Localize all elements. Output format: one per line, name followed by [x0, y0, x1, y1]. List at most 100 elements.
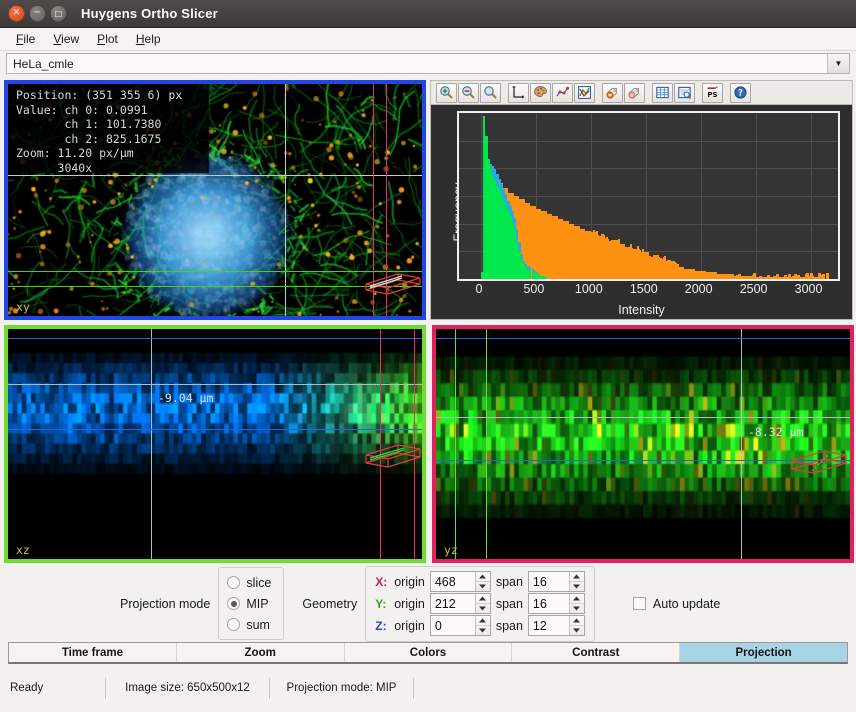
xz-image[interactable]: xz -9.04 µm [8, 329, 422, 559]
menu-file[interactable]: File [8, 30, 43, 48]
xy-crosshair-vertical[interactable] [285, 84, 286, 316]
radio-sum-indicator[interactable] [227, 618, 240, 631]
x-span-input[interactable] [529, 572, 569, 591]
z-origin-spin-buttons[interactable] [475, 616, 490, 635]
y-origin-up-icon[interactable] [476, 594, 490, 604]
radio-slice-indicator[interactable] [227, 576, 240, 589]
z-span-spin-buttons[interactable] [569, 616, 584, 635]
zoom-out-icon[interactable] [458, 83, 479, 103]
zoom-in-icon[interactable] [436, 83, 457, 103]
z-origin-spinner[interactable] [430, 615, 491, 636]
yz-span-line-right[interactable] [486, 329, 487, 559]
x-origin-spinner[interactable] [430, 571, 491, 592]
yz-span-line-left[interactable] [455, 329, 456, 559]
z-span-spinner[interactable] [528, 615, 585, 636]
histogram-x-tick: 1000 [575, 282, 603, 296]
scatter-plot-icon[interactable] [552, 83, 573, 103]
histogram-bar [811, 276, 814, 279]
histogram-bar [730, 277, 733, 279]
xz-slab-bottom[interactable] [8, 429, 422, 430]
xy-image[interactable]: Position: (351 355 6) px Value: ch 0: 0.… [8, 84, 422, 316]
histogram-bar [694, 277, 697, 279]
histogram-x-tick: 2000 [685, 282, 713, 296]
radio-slice[interactable]: slice [227, 572, 271, 593]
histogram-panel: PS ? Frequency 050010001500200025003000 … [430, 80, 853, 320]
yz-slab-top[interactable] [436, 338, 850, 339]
y-origin-spinner[interactable] [430, 593, 491, 614]
dataset-combo[interactable]: HeLa_cmle ▼ [6, 53, 850, 74]
grid-line-horizontal [459, 141, 838, 142]
xy-orientation-box-icon [358, 262, 422, 296]
origin-label-z: origin [394, 619, 425, 633]
z-origin-down-icon[interactable] [476, 626, 490, 635]
histogram-bar [759, 276, 762, 279]
table-icon[interactable] [652, 83, 673, 103]
x-span-up-icon[interactable] [570, 572, 584, 582]
histogram-x-tick: 2500 [740, 282, 768, 296]
menu-view[interactable]: View [45, 30, 87, 48]
auto-update-checkbox[interactable] [633, 597, 646, 610]
y-span-spin-buttons[interactable] [569, 594, 584, 613]
zoom-icon[interactable] [480, 83, 501, 103]
close-icon[interactable]: ✕ [8, 5, 25, 22]
y-origin-spin-buttons[interactable] [475, 594, 490, 613]
y-origin-down-icon[interactable] [476, 604, 490, 613]
x-origin-down-icon[interactable] [476, 582, 490, 591]
tab-contrast[interactable]: Contrast [512, 643, 680, 662]
y-span-down-icon[interactable] [570, 604, 584, 613]
yz-crosshair-horizontal[interactable] [436, 417, 850, 418]
ps-export-icon[interactable]: PS [702, 83, 723, 103]
yz-orientation-box-icon [784, 447, 850, 481]
menu-help[interactable]: Help [128, 30, 169, 48]
xz-axis-label: xz [16, 543, 30, 557]
tab-colors[interactable]: Colors [345, 643, 513, 662]
chart-icon[interactable] [574, 83, 595, 103]
palette-icon[interactable] [530, 83, 551, 103]
histogram-x-tick: 1500 [630, 282, 658, 296]
radio-sum[interactable]: sum [227, 614, 271, 635]
auto-update-control[interactable]: Auto update [633, 597, 720, 611]
x-span-down-icon[interactable] [570, 582, 584, 591]
y-span-up-icon[interactable] [570, 594, 584, 604]
menu-plot[interactable]: Plot [89, 30, 126, 48]
title-bar: ✕ ─ □ Huygens Ortho Slicer [0, 0, 856, 28]
xz-depth-label: -9.04 µm [158, 391, 213, 405]
tab-zoom[interactable]: Zoom [177, 643, 345, 662]
inspect-icon[interactable] [674, 83, 695, 103]
xy-crosshair-horizontal[interactable] [8, 175, 422, 176]
grid-line-horizontal [459, 168, 838, 169]
x-origin-spin-buttons[interactable] [475, 572, 490, 591]
minimize-icon[interactable]: ─ [29, 5, 46, 22]
z-origin-input[interactable] [431, 616, 475, 635]
xz-slab-top[interactable] [8, 338, 422, 339]
tag-add-icon[interactable] [624, 83, 645, 103]
xz-crosshair-vertical[interactable] [151, 329, 152, 559]
radio-mip-indicator[interactable] [227, 597, 240, 610]
yz-view[interactable]: yz -8.32 µm [432, 325, 854, 563]
chevron-down-icon[interactable]: ▼ [827, 54, 849, 73]
z-span-input[interactable] [529, 616, 569, 635]
tag-delete-icon[interactable] [602, 83, 623, 103]
help-icon[interactable]: ? [730, 83, 751, 103]
z-origin-up-icon[interactable] [476, 616, 490, 626]
y-span-input[interactable] [529, 594, 569, 613]
z-span-down-icon[interactable] [570, 626, 584, 635]
axes-icon[interactable] [508, 83, 529, 103]
tab-projection[interactable]: Projection [680, 643, 847, 662]
maximize-icon[interactable]: □ [50, 5, 67, 22]
x-origin-input[interactable] [431, 572, 475, 591]
histogram-plot-area[interactable] [457, 111, 840, 281]
x-span-spin-buttons[interactable] [569, 572, 584, 591]
xy-view[interactable]: Position: (351 355 6) px Value: ch 0: 0.… [4, 80, 426, 320]
xz-crosshair-horizontal[interactable] [8, 384, 422, 385]
yz-crosshair-vertical[interactable] [741, 329, 742, 559]
x-origin-up-icon[interactable] [476, 572, 490, 582]
y-span-spinner[interactable] [528, 593, 585, 614]
x-span-spinner[interactable] [528, 571, 585, 592]
xz-view[interactable]: xz -9.04 µm [4, 325, 426, 563]
y-origin-input[interactable] [431, 594, 475, 613]
radio-mip[interactable]: MIP [227, 593, 271, 614]
yz-image[interactable]: yz -8.32 µm [436, 329, 850, 559]
tab-time-frame[interactable]: Time frame [9, 643, 177, 662]
z-span-up-icon[interactable] [570, 616, 584, 626]
